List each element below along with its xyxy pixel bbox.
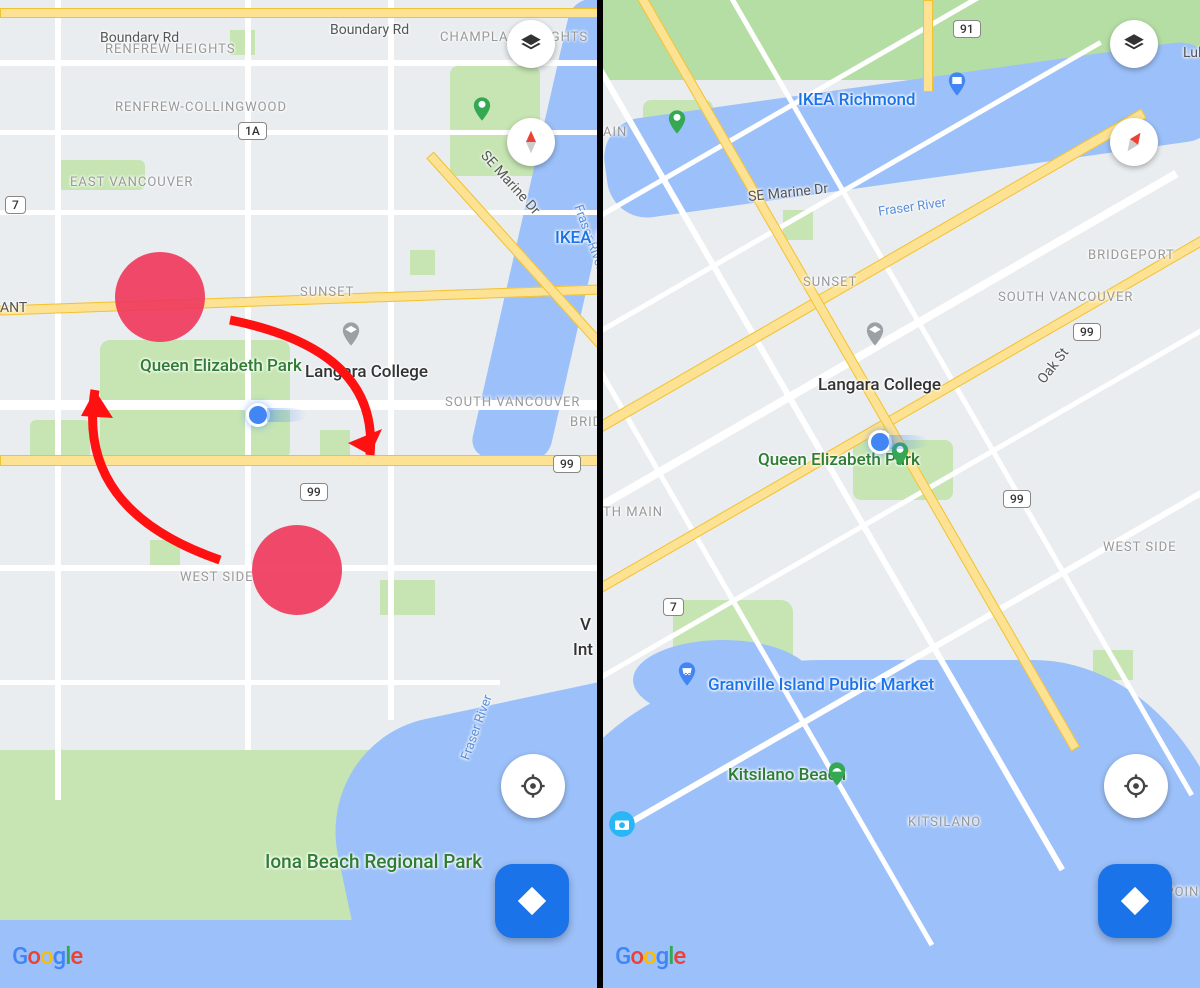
- highway-shield: 1A: [238, 122, 267, 140]
- area-label: SOUTH VANCOUVER: [445, 395, 580, 410]
- my-location-button[interactable]: [501, 754, 565, 818]
- area-label: WEST SIDE: [1103, 540, 1177, 555]
- poi-label: Langara College: [818, 375, 941, 395]
- layers-icon: [518, 31, 544, 57]
- compass-icon: [516, 127, 546, 157]
- map-pane-right[interactable]: IKEA Richmond SUNSET SOUTH VANCOUVER BRI…: [603, 0, 1200, 988]
- highway-shield: 99: [1073, 323, 1101, 341]
- market-pin-icon[interactable]: [673, 660, 701, 688]
- area-label: SOUTH VANCOUVER: [998, 290, 1133, 305]
- directions-icon: [1118, 884, 1152, 918]
- compass-button[interactable]: [507, 118, 555, 166]
- directions-button[interactable]: [1098, 864, 1172, 938]
- road-label: Boundary Rd: [330, 22, 409, 38]
- highway-shield: 99: [1003, 490, 1031, 508]
- current-location-dot: [246, 403, 270, 427]
- area-label: EAST VANCOUVER: [70, 175, 193, 190]
- area-label: RENFREW HEIGHTS: [105, 42, 236, 57]
- gesture-touch-dot: [115, 252, 205, 342]
- poi-label: V: [580, 615, 591, 635]
- area-label: RENFREW-COLLINGWOOD: [115, 100, 287, 115]
- area-label: Lul: [1183, 45, 1200, 61]
- area-label: AIN: [603, 125, 627, 140]
- current-location-dot: [868, 430, 892, 454]
- area-label: KITSILANO: [908, 815, 981, 830]
- gesture-touch-dot: [252, 525, 342, 615]
- area-label: BRID: [570, 415, 597, 430]
- poi-label: Langara College: [305, 362, 428, 382]
- park-pin-icon[interactable]: [468, 95, 496, 123]
- park-pin-icon[interactable]: [663, 108, 691, 136]
- compass-icon: [1113, 121, 1155, 163]
- google-logo: Google: [615, 942, 685, 970]
- poi-label: IKEA R: [555, 228, 597, 248]
- compass-button[interactable]: [1110, 118, 1158, 166]
- map-pane-left[interactable]: Boundary Rd Boundary Rd RENFREW HEIGHTS …: [0, 0, 597, 988]
- area-label: SUNSET: [803, 275, 857, 290]
- college-pin-icon[interactable]: [337, 320, 365, 348]
- park-label: Iona Beach Regional Park: [265, 850, 482, 873]
- layers-button[interactable]: [1110, 20, 1158, 68]
- layers-icon: [1121, 31, 1147, 57]
- crosshair-icon: [1122, 772, 1150, 800]
- my-location-button[interactable]: [1104, 754, 1168, 818]
- area-label: SUNSET: [300, 285, 354, 300]
- area-label: TH MAIN: [603, 505, 663, 520]
- crosshair-icon: [519, 772, 547, 800]
- highway-shield: 99: [300, 483, 328, 501]
- poi-label: Int: [573, 640, 593, 660]
- layers-button[interactable]: [507, 20, 555, 68]
- poi-label: IKEA Richmond: [798, 90, 916, 110]
- area-label: WEST SIDE: [180, 570, 254, 585]
- park-label: Queen Elizabeth Park: [140, 356, 302, 376]
- google-logo: Google: [12, 942, 82, 970]
- highway-shield: 7: [663, 598, 684, 616]
- highway-shield: 7: [5, 196, 26, 214]
- highway-shield: 91: [953, 20, 981, 38]
- beach-pin-icon[interactable]: [823, 760, 851, 788]
- highway-shield: 99: [553, 455, 581, 473]
- directions-icon: [515, 884, 549, 918]
- poi-label: Granville Island Public Market: [708, 675, 934, 695]
- directions-button[interactable]: [495, 864, 569, 938]
- ikea-pin-icon[interactable]: [943, 70, 971, 98]
- camera-pin-icon[interactable]: [608, 810, 636, 838]
- area-label: ANT: [0, 300, 27, 316]
- area-label: BRIDGEPORT: [1088, 248, 1175, 263]
- college-pin-icon[interactable]: [861, 320, 889, 348]
